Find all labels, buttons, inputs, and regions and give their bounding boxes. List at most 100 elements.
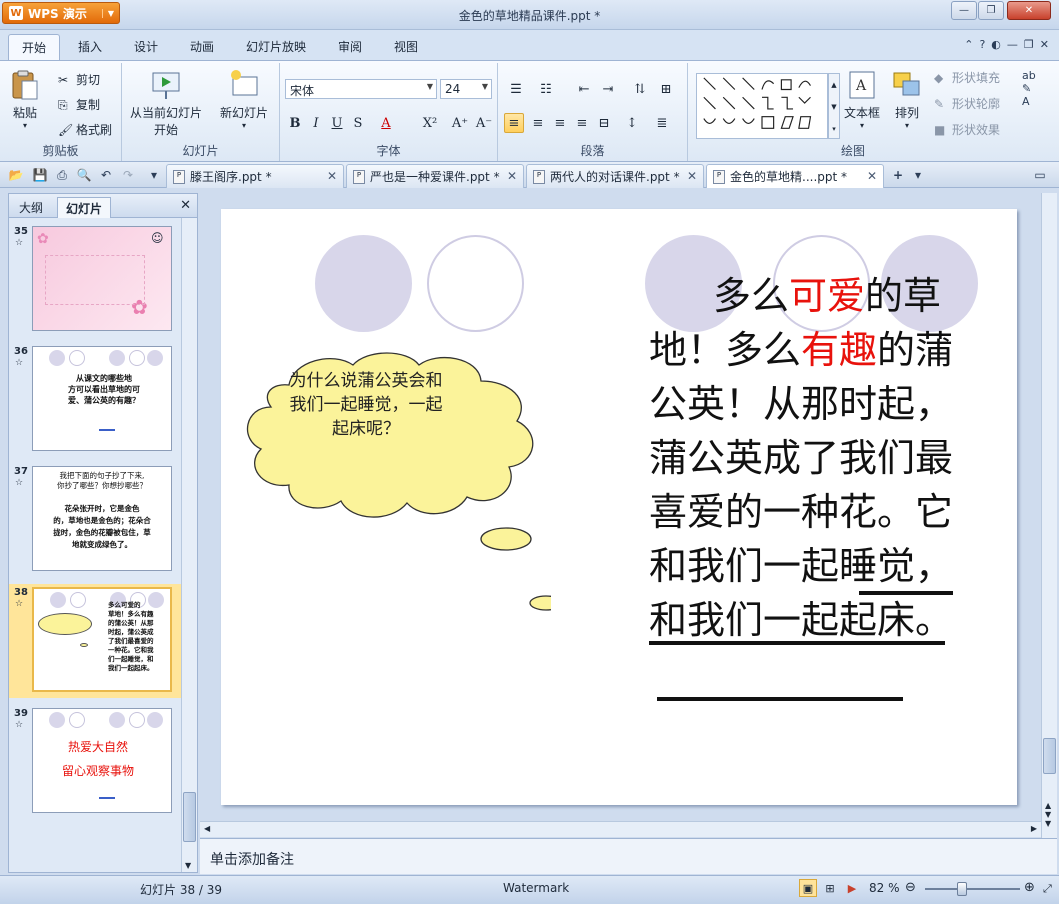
slideshow-view-icon[interactable]: ▶ — [843, 879, 861, 897]
scroll-down-icon[interactable]: ▼ — [185, 861, 191, 870]
collapse-ribbon-icon[interactable]: ⌃ — [964, 38, 973, 51]
redo-icon[interactable]: ↷ — [120, 167, 136, 183]
bold-button[interactable]: B — [285, 113, 305, 133]
italic-button[interactable]: I — [306, 113, 326, 133]
zoom-level[interactable]: 82 % — [869, 881, 900, 895]
doc-tab[interactable]: P 严也是一种爱课件.ppt * ✕ — [346, 164, 524, 188]
scrollbar-thumb[interactable] — [183, 792, 196, 842]
align-right-button[interactable]: ≡ — [550, 113, 570, 133]
align-left-button[interactable]: ≡ — [504, 113, 524, 133]
shrink-font-button[interactable]: A⁻ — [474, 113, 494, 133]
zoom-in-icon[interactable]: ⊕ — [1024, 880, 1035, 895]
shapes-gallery[interactable] — [696, 73, 828, 139]
minimize-button[interactable]: — — [951, 1, 977, 20]
fit-window-icon[interactable]: ⤢ — [1043, 882, 1052, 896]
tab-list-icon[interactable]: ▾ — [910, 167, 926, 183]
close-icon[interactable]: ✕ — [507, 169, 517, 183]
skin-icon[interactable]: ◐ — [991, 38, 1001, 51]
slide-thumbnail[interactable]: 35 ☆ ✿ ✿ ☺ — [9, 226, 181, 334]
tab-insert[interactable]: 插入 — [78, 38, 102, 55]
close-icon[interactable]: ✕ — [687, 169, 697, 183]
tab-animation[interactable]: 动画 — [190, 38, 214, 55]
cloud-question-text[interactable]: 为什么说蒲公英会和我们一起睡觉，一起起床呢？ — [286, 369, 446, 441]
shape-fill-button[interactable]: ◆ 形状填充 — [934, 69, 1000, 86]
normal-view-icon[interactable]: ▣ — [799, 879, 817, 897]
slide-horizontal-scrollbar[interactable]: ◀ ▶ — [200, 821, 1041, 837]
distribute-button[interactable]: ⊟ — [594, 113, 614, 133]
scroll-left-icon[interactable]: ◀ — [204, 824, 210, 833]
ribbon-more-icon[interactable]: ab ✎ A — [1022, 69, 1036, 108]
doc-tab-active[interactable]: P 金色的草地精....ppt * ✕ — [706, 164, 884, 188]
notes-placeholder[interactable]: 单击添加备注 — [210, 849, 294, 869]
maximize-button[interactable]: ❐ — [978, 1, 1004, 20]
save-icon[interactable]: 💾 — [32, 167, 48, 183]
new-slide-button[interactable]: 新幻灯片 ▾ — [220, 69, 268, 130]
print-icon[interactable]: ⎙ — [54, 167, 70, 183]
ribbon-minimize-icon[interactable]: — — [1007, 38, 1018, 51]
slide-thumbnail[interactable]: 37 ☆ 我把下面的句子抄了下来, 你抄了哪些？你想抄哪些？ 花朵张开时，它是金… — [9, 466, 181, 574]
shapes-gallery-scroll[interactable]: ▲ ▼ ▾ — [828, 73, 840, 139]
doc-tab[interactable]: P 滕王阁序.ppt * ✕ — [166, 164, 344, 188]
bullets-button[interactable]: ☰ — [506, 79, 526, 99]
justify-button[interactable]: ≡ — [572, 113, 592, 133]
close-icon[interactable]: ✕ — [180, 198, 191, 213]
play-from-current-button[interactable]: 从当前幻灯片 开始 — [130, 69, 202, 138]
scrollbar-thumb[interactable] — [1043, 738, 1056, 774]
superscript-button[interactable]: X² — [420, 113, 440, 133]
tab-home[interactable]: 开始 — [8, 34, 60, 61]
zoom-slider-handle[interactable] — [957, 882, 967, 896]
tab-slideshow[interactable]: 幻灯片放映 — [246, 38, 306, 55]
font-family-select[interactable]: 宋体 ▼ — [285, 79, 437, 99]
shape-effect-button[interactable]: ■ 形状效果 — [934, 121, 1000, 138]
align-text-button[interactable]: ⊞ — [656, 79, 676, 99]
font-size-select[interactable]: 24 ▼ — [440, 79, 492, 99]
grow-font-button[interactable]: A⁺ — [450, 113, 470, 133]
close-icon[interactable]: ✕ — [327, 169, 337, 183]
tab-review[interactable]: 审阅 — [338, 38, 362, 55]
font-color-button[interactable]: A — [376, 113, 396, 133]
ribbon-restore-icon[interactable]: ❐ — [1024, 38, 1034, 51]
tab-view[interactable]: 视图 — [394, 38, 418, 55]
cut-button[interactable]: ✂ 剪切 — [58, 71, 100, 88]
help-icon[interactable]: ? — [979, 38, 985, 51]
customize-toolbar-icon[interactable]: ▾ — [146, 167, 162, 183]
doc-tab[interactable]: P 两代人的对话课件.ppt * ✕ — [526, 164, 704, 188]
paste-button[interactable]: 粘贴 ▾ — [10, 69, 40, 130]
notes-pane[interactable]: 单击添加备注 — [200, 838, 1057, 874]
undo-icon[interactable]: ↶ — [98, 167, 114, 183]
text-direction-button[interactable]: ⇅ — [630, 79, 650, 99]
tab-design[interactable]: 设计 — [134, 38, 158, 55]
tab-slides[interactable]: 幻灯片 — [57, 197, 112, 218]
slide-thumbnail[interactable]: 39 ☆ 热爱大自然 留心观察事物 — [9, 708, 181, 816]
watermark-label[interactable]: Watermark — [503, 881, 569, 895]
underline-button[interactable]: U — [327, 113, 347, 133]
page-nav-icons[interactable]: ▲ ▼ ▼ — [1045, 801, 1051, 828]
slides-pane-scrollbar[interactable]: ▼ — [181, 218, 197, 872]
slide-thumbnail[interactable]: 36 ☆ 从课文的哪些地 方可以看出草地的可 爱、蒲公英的有趣？ — [9, 346, 181, 454]
close-icon[interactable]: ✕ — [867, 169, 877, 183]
zoom-out-icon[interactable]: ⊖ — [905, 880, 916, 895]
slide-thumbnail-selected[interactable]: 38 ☆ 多么可爱的 草地！多么有趣 的蒲公英！从那 时起，蒲公英成 了我们最喜… — [9, 584, 181, 698]
shape-outline-button[interactable]: ✎ 形状轮廓 — [934, 95, 1000, 112]
align-center-button[interactable]: ≡ — [528, 113, 548, 133]
columns-button[interactable]: ≣ — [652, 113, 672, 133]
shadow-button[interactable]: S — [348, 113, 368, 133]
textbox-button[interactable]: A 文本框 ▾ — [844, 69, 880, 130]
tab-outline[interactable]: 大纲 — [11, 197, 51, 218]
close-button[interactable]: ✕ — [1007, 1, 1051, 20]
slide-canvas[interactable]: 为什么说蒲公英会和我们一起睡觉，一起起床呢？ 多么可爱的草地！多么有趣的蒲公英！… — [221, 209, 1017, 805]
zoom-slider-track[interactable] — [925, 888, 1020, 890]
increase-indent-button[interactable]: ⇥ — [598, 79, 618, 99]
new-tab-icon[interactable]: + — [890, 167, 906, 183]
decrease-indent-button[interactable]: ⇤ — [574, 79, 594, 99]
slide-vertical-scrollbar[interactable]: ▲ ▼ ▼ — [1041, 193, 1057, 838]
line-spacing-button[interactable]: ↕ — [622, 113, 642, 133]
sorter-view-icon[interactable]: ⊞ — [821, 879, 839, 897]
numbering-button[interactable]: ☷ — [536, 79, 556, 99]
copy-button[interactable]: ⎘ 复制 — [58, 96, 100, 113]
ribbon-close-icon[interactable]: ✕ — [1040, 38, 1049, 51]
open-folder-icon[interactable]: 📂 — [8, 167, 24, 183]
format-painter-button[interactable]: 🖌 格式刷 — [58, 121, 112, 138]
arrange-button[interactable]: 排列 ▾ — [892, 69, 922, 130]
tab-layout-icon[interactable]: ▭ — [1032, 167, 1048, 183]
